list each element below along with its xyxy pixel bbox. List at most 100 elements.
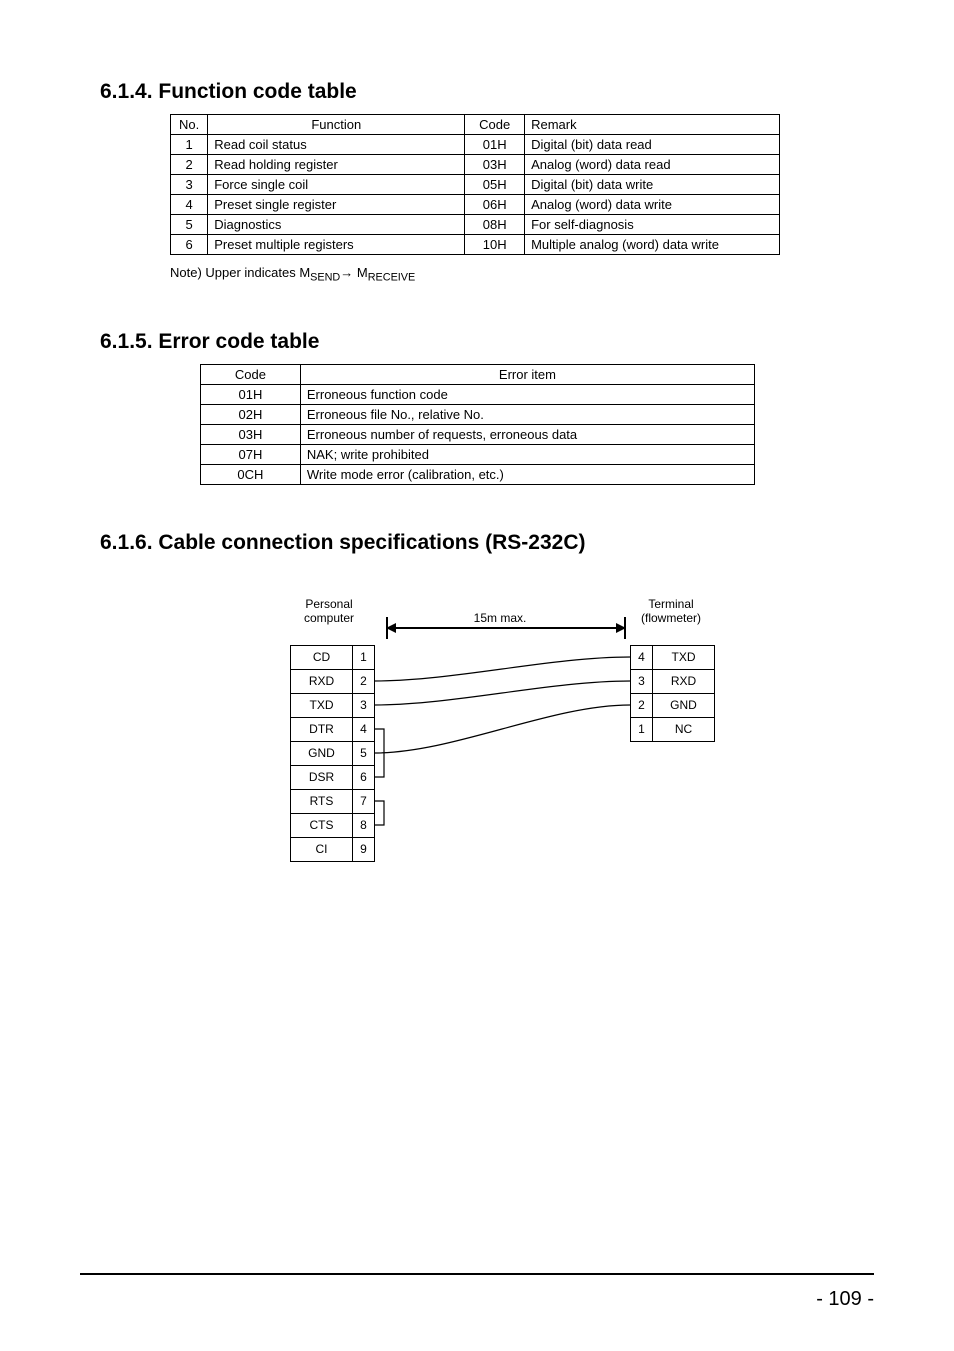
table-row: 3Force single coil05HDigital (bit) data … bbox=[171, 175, 780, 195]
table-row: RTS7 bbox=[291, 789, 375, 813]
pin-number: 2 bbox=[631, 693, 653, 717]
pin-name: CI bbox=[291, 837, 353, 861]
cell: Erroneous number of requests, erroneous … bbox=[300, 424, 754, 444]
cell: 06H bbox=[465, 195, 525, 215]
pin-number: 7 bbox=[353, 789, 375, 813]
heading-616: 6.1.6. Cable connection specifications (… bbox=[100, 531, 874, 555]
pin-number: 3 bbox=[353, 693, 375, 717]
pin-name: RXD bbox=[653, 669, 715, 693]
cell: 1 bbox=[171, 135, 208, 155]
pin-number: 1 bbox=[631, 717, 653, 741]
table-row: No. Function Code Remark bbox=[171, 115, 780, 135]
pin-number: 6 bbox=[353, 765, 375, 789]
cell: 4 bbox=[171, 195, 208, 215]
table-row: CI9 bbox=[291, 837, 375, 861]
cell: Force single coil bbox=[208, 175, 465, 195]
cell: 5 bbox=[171, 215, 208, 235]
label-length: 15m max. bbox=[440, 611, 560, 625]
table-row: DSR6 bbox=[291, 765, 375, 789]
table-row: CD1 bbox=[291, 645, 375, 669]
cell: 3 bbox=[171, 175, 208, 195]
table-row: 1Read coil status01HDigital (bit) data r… bbox=[171, 135, 780, 155]
table-row: 4Preset single register06HAnalog (word) … bbox=[171, 195, 780, 215]
wiring-svg bbox=[374, 645, 630, 865]
pin-name: DSR bbox=[291, 765, 353, 789]
table-row: 3RXD bbox=[631, 669, 715, 693]
cell: 01H bbox=[465, 135, 525, 155]
cell: 10H bbox=[465, 235, 525, 255]
cell: Multiple analog (word) data write bbox=[525, 235, 780, 255]
pin-number: 4 bbox=[353, 717, 375, 741]
cell: 0CH bbox=[201, 464, 301, 484]
table-row: GND5 bbox=[291, 741, 375, 765]
label-pc: Personal computer bbox=[284, 597, 374, 625]
pin-name: GND bbox=[653, 693, 715, 717]
note-sub2: RECEIVE bbox=[368, 272, 416, 284]
footer-line bbox=[80, 1273, 874, 1275]
cell: Erroneous file No., relative No. bbox=[300, 404, 754, 424]
arrow-left-icon bbox=[386, 623, 396, 633]
pin-number: 2 bbox=[353, 669, 375, 693]
pin-name: TXD bbox=[291, 693, 353, 717]
table-row: 1NC bbox=[631, 717, 715, 741]
pin-number: 5 bbox=[353, 741, 375, 765]
table-row: Code Error item bbox=[201, 364, 755, 384]
cell: Erroneous function code bbox=[300, 384, 754, 404]
table-row: 6Preset multiple registers10HMultiple an… bbox=[171, 235, 780, 255]
page-number: - 109 - bbox=[816, 1288, 874, 1311]
function-code-table: No. Function Code Remark 1Read coil stat… bbox=[170, 114, 780, 255]
col-header: Code bbox=[201, 364, 301, 384]
cell: Write mode error (calibration, etc.) bbox=[300, 464, 754, 484]
heading-615: 6.1.5. Error code table bbox=[100, 330, 874, 354]
pin-number: 1 bbox=[353, 645, 375, 669]
table-row: 5Diagnostics08HFor self-diagnosis bbox=[171, 215, 780, 235]
func-note: Note) Upper indicates MSEND → MRECEIVE bbox=[170, 265, 874, 284]
pin-name: DTR bbox=[291, 717, 353, 741]
cell: NAK; write prohibited bbox=[300, 444, 754, 464]
pin-name: RTS bbox=[291, 789, 353, 813]
table-row: 0CHWrite mode error (calibration, etc.) bbox=[201, 464, 755, 484]
length-line bbox=[386, 627, 626, 629]
cell: Diagnostics bbox=[208, 215, 465, 235]
table-row: 4TXD bbox=[631, 645, 715, 669]
col-header: Remark bbox=[525, 115, 780, 135]
note-prefix: Note) Upper indicates M bbox=[170, 265, 310, 280]
pin-number: 3 bbox=[631, 669, 653, 693]
cell: Analog (word) data write bbox=[525, 195, 780, 215]
cell: Digital (bit) data write bbox=[525, 175, 780, 195]
cell: 07H bbox=[201, 444, 301, 464]
cell: Preset single register bbox=[208, 195, 465, 215]
col-header: No. bbox=[171, 115, 208, 135]
cell: 6 bbox=[171, 235, 208, 255]
arrow-right-icon bbox=[616, 623, 626, 633]
table-row: TXD3 bbox=[291, 693, 375, 717]
pin-name: NC bbox=[653, 717, 715, 741]
pin-number: 8 bbox=[353, 813, 375, 837]
note-sub1: SEND bbox=[310, 272, 340, 284]
cell: 01H bbox=[201, 384, 301, 404]
cable-diagram: Personal computer Terminal (flowmeter) 1… bbox=[290, 577, 720, 917]
cell: 08H bbox=[465, 215, 525, 235]
pin-number: 4 bbox=[631, 645, 653, 669]
cell: 02H bbox=[201, 404, 301, 424]
cell: 05H bbox=[465, 175, 525, 195]
table-row: 03HErroneous number of requests, erroneo… bbox=[201, 424, 755, 444]
table-row: DTR4 bbox=[291, 717, 375, 741]
cell: 2 bbox=[171, 155, 208, 175]
terminal-pin-table: 4TXD3RXD2GND1NC bbox=[630, 645, 715, 742]
table-row: CTS8 bbox=[291, 813, 375, 837]
col-header: Code bbox=[465, 115, 525, 135]
arrow-icon: → M bbox=[340, 265, 367, 280]
cell: Read coil status bbox=[208, 135, 465, 155]
cell: 03H bbox=[465, 155, 525, 175]
error-code-table: Code Error item 01HErroneous function co… bbox=[200, 364, 755, 485]
cell: 03H bbox=[201, 424, 301, 444]
table-row: RXD2 bbox=[291, 669, 375, 693]
pin-name: CTS bbox=[291, 813, 353, 837]
pin-number: 9 bbox=[353, 837, 375, 861]
label-ter: Terminal (flowmeter) bbox=[626, 597, 716, 625]
pin-name: RXD bbox=[291, 669, 353, 693]
pin-name: CD bbox=[291, 645, 353, 669]
cell: Analog (word) data read bbox=[525, 155, 780, 175]
cell: Read holding register bbox=[208, 155, 465, 175]
